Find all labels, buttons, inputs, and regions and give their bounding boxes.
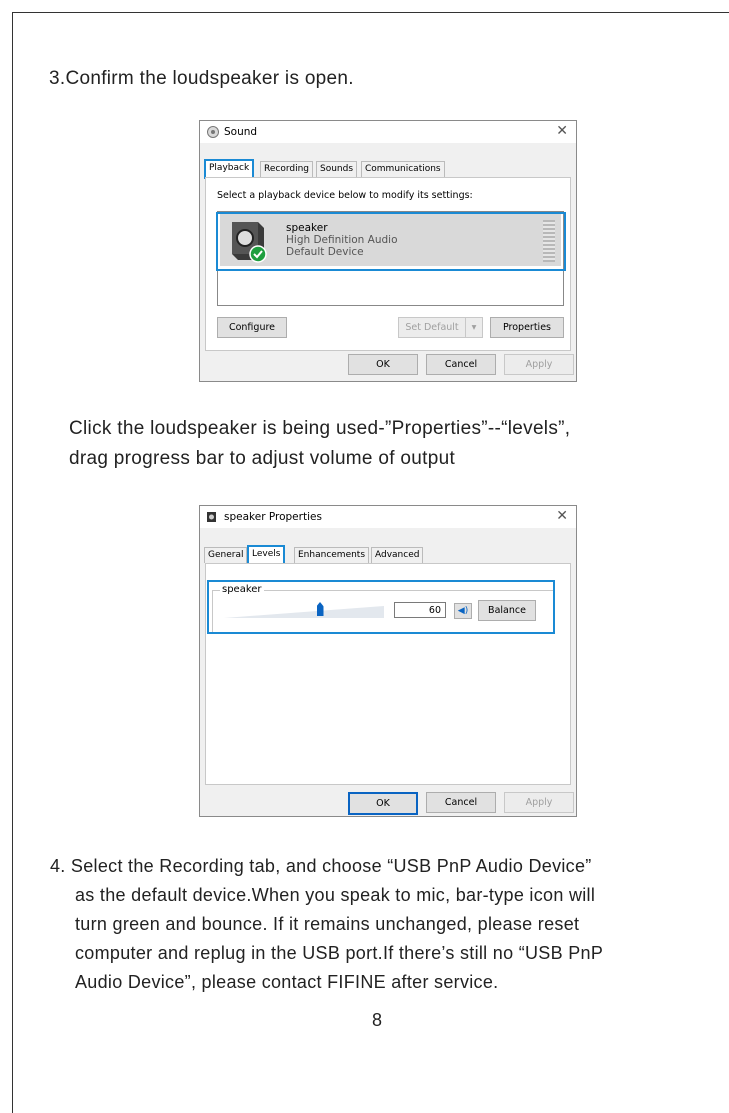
- speaker-properties-dialog: speaker Properties ✕ General Levels Enha…: [199, 505, 577, 817]
- properties-dialog-title: speaker Properties: [224, 511, 322, 523]
- set-default-button[interactable]: Set Default: [398, 317, 466, 338]
- apply-button[interactable]: Apply: [504, 354, 574, 375]
- cancel-button[interactable]: Cancel: [426, 354, 496, 375]
- playback-instruction: Select a playback device below to modify…: [217, 190, 473, 201]
- configure-button[interactable]: Configure: [217, 317, 287, 338]
- ok-button[interactable]: OK: [348, 354, 418, 375]
- levels-highlight: [207, 580, 555, 634]
- device-highlight: [216, 212, 566, 271]
- click-instruction-line-1: Click the loudspeaker is being used-”Pro…: [69, 418, 571, 439]
- properties-button[interactable]: Properties: [490, 317, 564, 338]
- page-number: 8: [372, 1010, 383, 1030]
- sound-dialog: Sound ✕ Playback Recording Sounds Commun…: [199, 120, 577, 382]
- sound-titlebar: Sound ✕: [200, 121, 576, 143]
- speaker-small-icon: [207, 512, 216, 522]
- sound-dialog-title: Sound: [224, 126, 258, 138]
- apply-button[interactable]: Apply: [504, 792, 574, 813]
- step-4-line-1: 4. Select the Recording tab, and choose …: [50, 856, 592, 876]
- sound-tabs: Playback Recording Sounds Communications: [204, 159, 504, 179]
- playback-panel: Select a playback device below to modify…: [205, 177, 571, 351]
- properties-tabs: General Levels Enhancements Advanced: [204, 545, 504, 565]
- tab-levels[interactable]: Levels: [247, 545, 286, 565]
- speaker-app-icon: [207, 126, 219, 138]
- tab-sounds[interactable]: Sounds: [316, 161, 358, 177]
- step-4-line-5: Audio Device”, please contact FIFINE aft…: [75, 972, 499, 992]
- click-instruction: Click the loudspeaker is being used-”Pro…: [69, 414, 570, 474]
- ok-button[interactable]: OK: [348, 792, 418, 815]
- tab-playback[interactable]: Playback: [204, 159, 255, 179]
- cancel-button[interactable]: Cancel: [426, 792, 496, 813]
- step-4-paragraph: 4. Select the Recording tab, and choose …: [50, 852, 710, 997]
- properties-titlebar: speaker Properties ✕: [200, 506, 576, 528]
- step-4-line-2: as the default device.When you speak to …: [75, 885, 596, 905]
- chevron-down-icon: ▾: [471, 322, 477, 333]
- tab-advanced[interactable]: Advanced: [371, 547, 424, 563]
- tab-enhancements[interactable]: Enhancements: [294, 547, 370, 563]
- tab-general[interactable]: General: [204, 547, 248, 563]
- step-4-line-4: computer and replug in the USB port.If t…: [75, 943, 604, 963]
- click-instruction-line-2: drag progress bar to adjust volume of ou…: [69, 448, 456, 469]
- close-icon[interactable]: ✕: [556, 508, 568, 524]
- step-3-heading: 3.Confirm the loudspeaker is open.: [49, 68, 354, 89]
- tab-recording[interactable]: Recording: [260, 161, 314, 177]
- step-4-line-3: turn green and bounce. If it remains unc…: [75, 914, 580, 934]
- tab-communications[interactable]: Communications: [361, 161, 445, 177]
- set-default-dropdown[interactable]: ▾: [465, 317, 483, 338]
- close-icon[interactable]: ✕: [556, 123, 568, 139]
